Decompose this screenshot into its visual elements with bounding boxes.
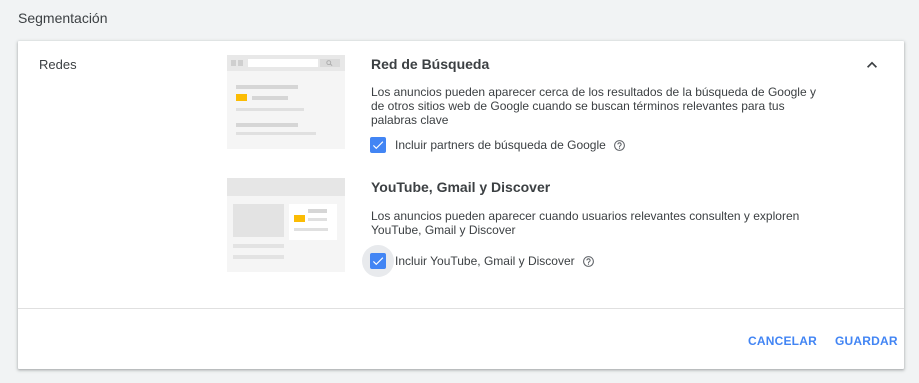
network-title-search: Red de Búsqueda [371,56,490,72]
networks-card: Redes Red de Búsqueda Los anuncios puede… [18,41,904,369]
cancel-button[interactable]: CANCELAR [748,334,817,348]
checkbox-row-youtube: Incluir YouTube, Gmail y Discover [362,245,595,277]
save-button[interactable]: GUARDAR [835,334,898,348]
search-results-illustration [227,55,345,149]
youtube-gmail-discover-checkbox[interactable] [370,253,386,269]
display-page-illustration [227,178,345,272]
search-partners-label: Incluir partners de búsqueda de Google [395,138,606,152]
checkmark-icon [372,141,384,150]
network-description-youtube: Los anuncios pueden aparecer cuando usua… [371,209,800,237]
checkmark-icon [372,257,384,266]
search-partners-checkbox[interactable] [370,137,386,153]
row-label: Redes [39,57,77,72]
checkbox-row-search-partners: Incluir partners de búsqueda de Google [370,133,626,157]
help-icon[interactable] [613,139,626,152]
collapse-button[interactable] [862,55,882,75]
network-title-youtube: YouTube, Gmail y Discover [371,179,551,195]
network-description-search: Los anuncios pueden aparecer cerca de lo… [371,85,816,127]
divider [18,308,904,309]
section-title: Segmentación [18,10,108,26]
help-icon[interactable] [582,255,595,268]
chevron-up-icon [867,61,877,68]
youtube-gmail-discover-label: Incluir YouTube, Gmail y Discover [395,254,575,268]
search-icon [326,60,333,66]
